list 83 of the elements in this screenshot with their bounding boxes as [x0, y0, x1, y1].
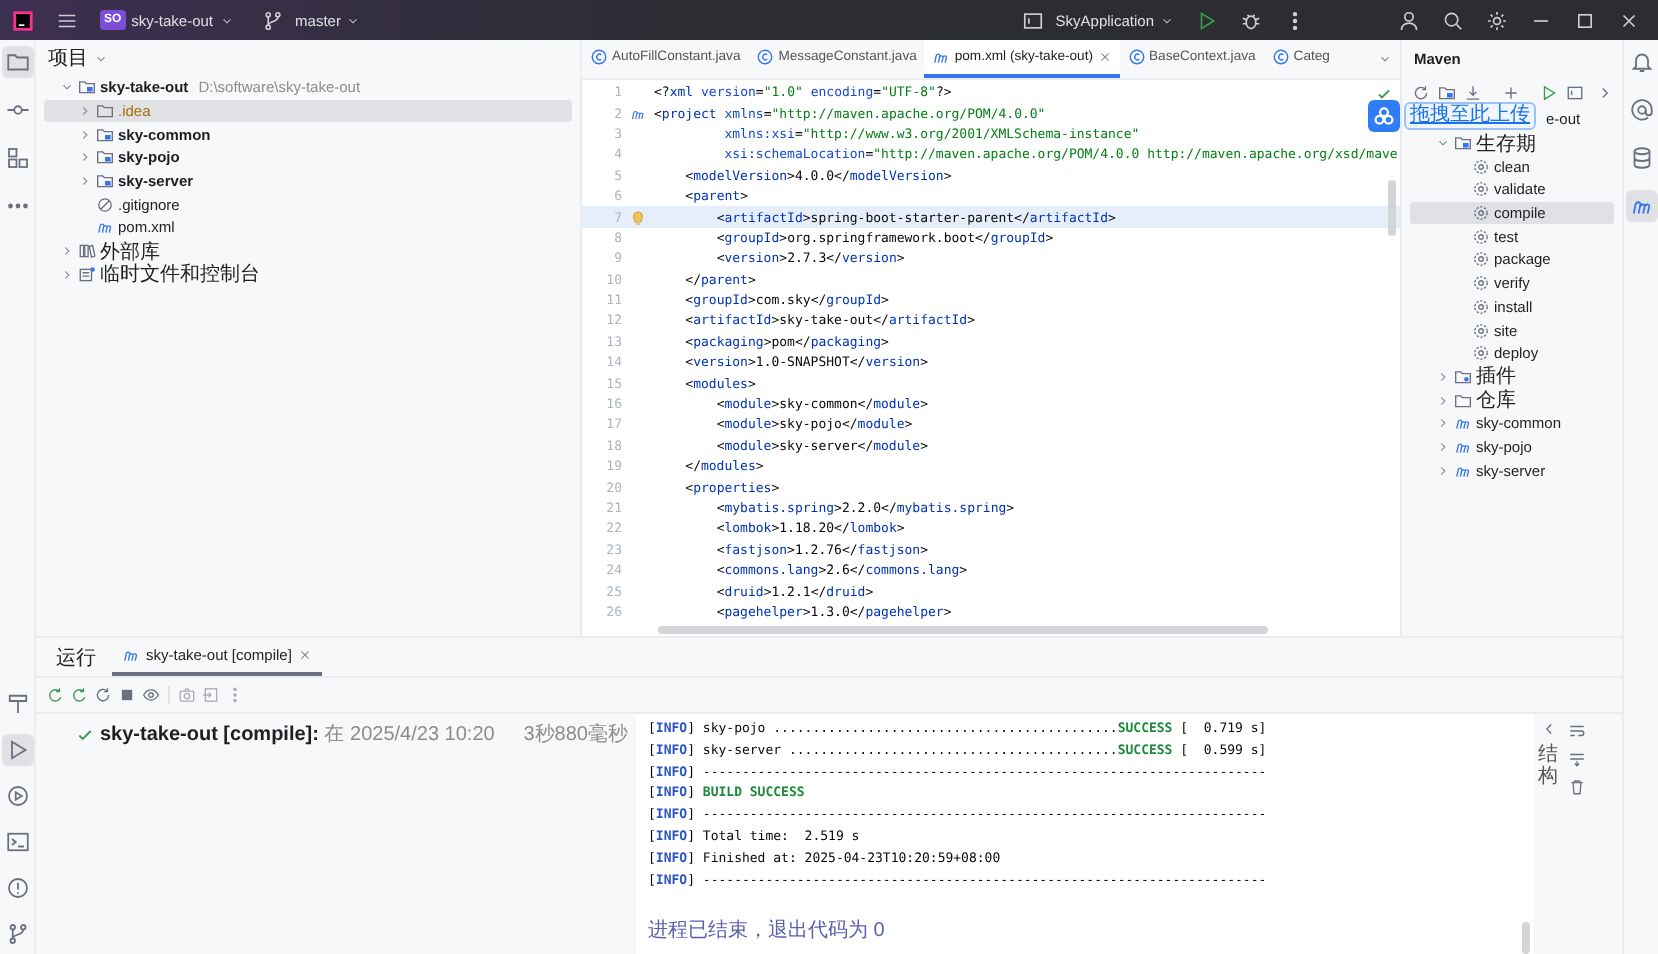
class-icon [756, 48, 775, 66]
chevron-right-icon[interactable] [78, 104, 92, 119]
ignore-file-icon [96, 195, 114, 214]
chevron-right-icon[interactable] [78, 174, 92, 189]
app-logo-icon[interactable] [12, 9, 34, 31]
tree-item[interactable]: 临时文件和控制台 [44, 263, 572, 287]
tree-item[interactable]: 插件 [1410, 365, 1614, 389]
chevron-down-icon[interactable] [60, 80, 74, 95]
bug-icon[interactable] [1240, 9, 1262, 31]
refresh-icon[interactable] [92, 684, 114, 706]
branch-icon [261, 9, 284, 31]
stop-icon[interactable] [116, 684, 138, 706]
module-folder-icon[interactable] [1436, 81, 1458, 103]
module-folder-icon [1454, 134, 1472, 153]
folder-icon[interactable] [1, 46, 33, 78]
exit-message: 进程已结束，退出代码为 0 [648, 917, 887, 945]
maven-icon [1454, 414, 1472, 433]
chevron-right-icon[interactable] [1436, 463, 1450, 478]
chevron-right-icon[interactable] [1436, 416, 1450, 431]
class-icon [590, 48, 608, 66]
upload-tooltip[interactable]: 拖拽至此上传 [1404, 102, 1536, 130]
run-icon[interactable] [1538, 81, 1560, 103]
soft-wrap-icon[interactable] [1566, 720, 1588, 742]
class-icon [1271, 48, 1290, 66]
check-icon [76, 725, 94, 743]
task-label: sky-take-out [compile]: 在 2025/4/23 10:20 [100, 722, 495, 748]
maven-icon [122, 646, 140, 664]
menu-icon[interactable] [56, 9, 78, 31]
chevron-right-icon[interactable] [1436, 439, 1450, 454]
chevron-right-icon[interactable] [78, 127, 92, 142]
maven-icon[interactable] [630, 105, 646, 122]
folder-icon [1454, 391, 1472, 410]
chevron-down-icon[interactable] [94, 51, 108, 65]
scratch-icon [78, 265, 96, 284]
cloud-icon[interactable] [1368, 100, 1400, 132]
chevron-right-icon[interactable] [78, 150, 92, 165]
scroll-to-end-icon[interactable] [1566, 748, 1588, 770]
download-icon[interactable] [1462, 81, 1484, 103]
search-icon[interactable] [1442, 9, 1464, 31]
at-sign-icon[interactable] [1625, 94, 1657, 126]
structure-label[interactable]: 结构 [1538, 744, 1558, 788]
chevron-right-icon[interactable] [1436, 393, 1450, 408]
module-folder-icon [96, 125, 114, 144]
run-icon[interactable] [1, 734, 33, 766]
duration: 3秒880毫秒 [523, 721, 628, 748]
maven-icon[interactable] [1625, 190, 1657, 222]
module-folder-icon [78, 78, 96, 97]
maximize-icon[interactable] [1574, 9, 1596, 31]
close-icon[interactable] [1618, 9, 1640, 31]
folder-icon [96, 102, 114, 121]
trash-icon[interactable] [1566, 776, 1588, 798]
chevron-down-icon[interactable] [1436, 136, 1450, 151]
chevron-down-icon [1160, 13, 1174, 27]
person-icon[interactable] [1398, 9, 1420, 31]
maven-icon [932, 48, 951, 66]
eye-icon[interactable] [140, 684, 162, 706]
rerun-icon[interactable] [68, 684, 90, 706]
chevron-down-icon[interactable] [1378, 52, 1392, 66]
chevron-right-icon[interactable] [60, 244, 74, 259]
module-folder-icon [96, 172, 114, 191]
library-icon [78, 242, 96, 261]
run-task-item[interactable]: sky-take-out [compile]: 在 2025/4/23 10:20 3秒880毫秒 [36, 720, 636, 748]
run-config-icon [1021, 9, 1044, 31]
tree-item[interactable]: 外部库 [44, 239, 572, 263]
check-icon [1376, 86, 1392, 102]
run-config-icon[interactable] [1564, 81, 1586, 103]
class-icon [1127, 48, 1145, 66]
chevron-right-icon[interactable] [1436, 369, 1450, 384]
run-icon[interactable] [1196, 9, 1218, 31]
add-icon[interactable] [1500, 81, 1522, 103]
panel-title[interactable]: 项目 [48, 44, 88, 72]
settings-icon[interactable] [1486, 9, 1508, 31]
module-folder-icon [96, 148, 114, 167]
refresh-icon[interactable] [1410, 81, 1432, 103]
chevron-right-icon[interactable] [60, 267, 74, 282]
rerun-icon[interactable] [44, 684, 66, 706]
maven-icon [96, 218, 114, 237]
plugin-folder-icon [1454, 367, 1472, 386]
panel-title: 运行 [56, 645, 96, 671]
tree-item[interactable]: 仓库 [1410, 388, 1614, 412]
chevron-down-icon [346, 13, 361, 27]
tree-item[interactable]: 生存期 [1410, 131, 1614, 155]
chevron-down-icon [219, 13, 234, 27]
